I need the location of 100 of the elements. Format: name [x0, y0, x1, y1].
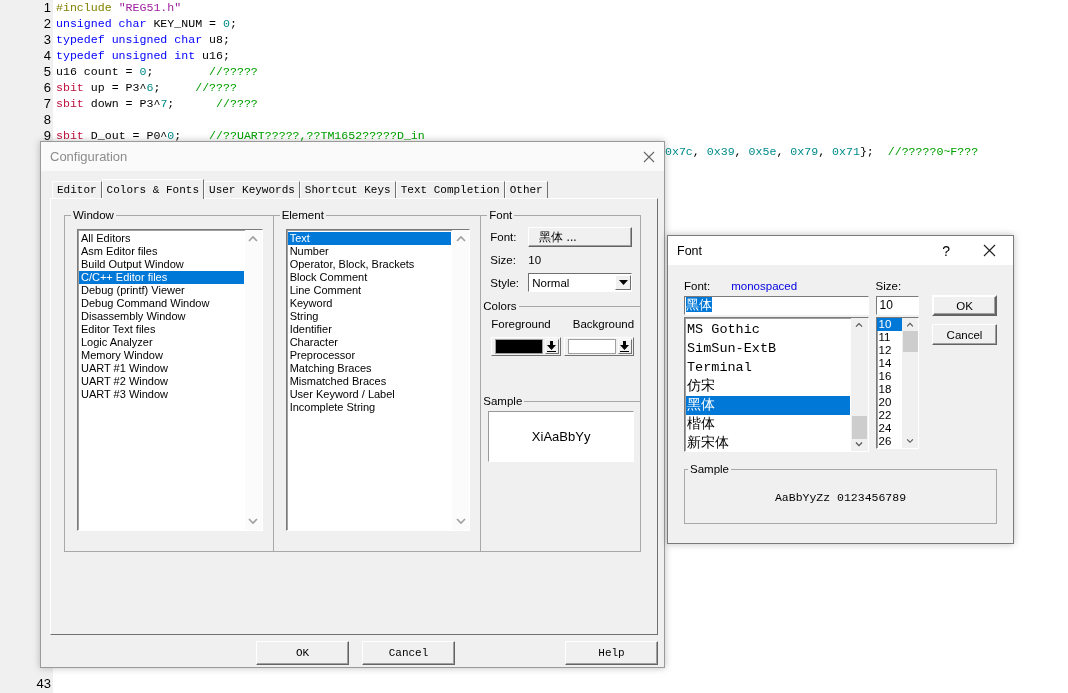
list-item[interactable]: Keyword	[287, 297, 452, 310]
list-item[interactable]: Editor Text files	[79, 323, 244, 336]
color-picker[interactable]	[491, 337, 562, 356]
list-item[interactable]: Memory Window	[79, 349, 244, 362]
code-line: #include "REG51.h"	[55, 0, 182, 16]
list-item[interactable]: C/C++ Editor files	[79, 271, 244, 284]
list-item[interactable]: 楷体	[686, 415, 850, 434]
list-item[interactable]: 10	[876, 318, 902, 331]
list-item[interactable]: Text	[287, 232, 452, 245]
field-label: Size:	[875, 280, 902, 294]
list-item[interactable]: MS Gothic	[686, 320, 850, 339]
scroll-up-icon[interactable]	[455, 235, 466, 243]
field-label: Foreground	[491, 318, 551, 330]
list-item[interactable]: 11	[876, 331, 902, 344]
help-button[interactable]: ?	[942, 242, 950, 259]
list-item[interactable]: Asm Editor files	[79, 245, 244, 258]
list-item[interactable]: Character	[287, 336, 452, 349]
line-number: 1	[42, 0, 52, 16]
list-item[interactable]: Build Output Window	[79, 258, 244, 271]
font-button[interactable]: 黑体 ...	[528, 226, 633, 247]
list-item[interactable]: String	[287, 310, 452, 323]
list-item[interactable]: 26	[876, 435, 902, 448]
list-item[interactable]: SimSun-ExtB	[686, 339, 850, 358]
list-box[interactable]: MS Gothic SimSun-ExtB Terminal 仿宋 黑体 楷体 新宋体	[684, 317, 869, 452]
list-item[interactable]: UART #2 Window	[79, 375, 244, 388]
dropdown-arrow-icon	[620, 341, 630, 352]
list-item[interactable]: User Keyword / Label	[287, 388, 452, 401]
style-dropdown[interactable]: Normal	[528, 273, 633, 292]
color-picker[interactable]	[564, 337, 635, 356]
list-item[interactable]: Terminal	[686, 358, 850, 377]
code-line: typedef unsigned int u16;	[55, 48, 230, 64]
list-item[interactable]: Line Comment	[287, 284, 452, 297]
list-item[interactable]: Disassembly Window	[79, 310, 244, 323]
scroll-down-icon[interactable]	[854, 440, 865, 447]
list-item[interactable]: 16	[876, 370, 902, 383]
list-box[interactable]: 10 11 12 14 16 18 20 22 24 26	[875, 317, 919, 449]
list-item[interactable]: 24	[876, 422, 902, 435]
line-number: 4	[42, 48, 52, 64]
group-label: Font	[488, 209, 514, 221]
list-item[interactable]: Number	[287, 245, 452, 258]
list-item[interactable]: UART #1 Window	[79, 362, 244, 375]
list-item[interactable]: All Editors	[79, 232, 244, 245]
dialog-button[interactable]: Help	[565, 641, 658, 665]
code-line: sbit up = P3^6; //????	[55, 80, 237, 96]
tab[interactable]: Text Completion	[395, 181, 505, 198]
list-item[interactable]: 22	[876, 409, 902, 422]
code-line: u16 count = 0; //?????	[55, 64, 258, 80]
scroll-up-icon[interactable]	[905, 322, 915, 328]
scrollbar[interactable]	[244, 230, 262, 530]
list-item[interactable]: Logic Analyzer	[79, 336, 244, 349]
tab[interactable]: User Keywords	[204, 181, 300, 198]
tab[interactable]: Shortcut Keys	[299, 181, 396, 198]
list-item[interactable]: Matching Braces	[287, 362, 452, 375]
list-item[interactable]: 18	[876, 383, 902, 396]
line-number: 2	[42, 16, 52, 32]
code-line: sbit D_out = P0^0; //??UART?????,??TM1652?????D_in	[55, 128, 425, 144]
scroll-up-icon[interactable]	[248, 235, 259, 243]
scroll-down-icon[interactable]	[905, 438, 915, 444]
scroll-thumb[interactable]	[851, 416, 867, 439]
list-item[interactable]: Preprocessor	[287, 349, 452, 362]
list-item[interactable]: Identifier	[287, 323, 452, 336]
scrollbar[interactable]	[452, 230, 470, 530]
dialog-button[interactable]: Cancel	[362, 641, 455, 665]
scroll-down-icon[interactable]	[248, 517, 259, 525]
list-box[interactable]	[77, 229, 263, 531]
line-number: 5	[42, 64, 52, 80]
list-item[interactable]: Debug (printf) Viewer	[79, 284, 244, 297]
code-line: sbit down = P3^7; //????	[55, 96, 258, 112]
line-number: 43	[35, 676, 52, 692]
dialog-button[interactable]: OK	[256, 641, 349, 665]
color-swatch	[495, 339, 543, 354]
list-item[interactable]: Block Comment	[287, 271, 452, 284]
list-item[interactable]: UART #3 Window	[79, 388, 244, 401]
list-item[interactable]: 12	[876, 344, 902, 357]
scroll-thumb[interactable]	[902, 330, 918, 353]
dialog-button[interactable]: Cancel	[932, 324, 997, 345]
dialog-button[interactable]: OK	[932, 295, 997, 316]
group-label: Window	[72, 209, 115, 221]
close-icon[interactable]	[983, 244, 996, 257]
size-field[interactable]: 10	[875, 296, 919, 315]
list-item[interactable]: 20	[876, 396, 902, 409]
list-item[interactable]: Operator, Block, Brackets	[287, 258, 452, 271]
list-item[interactable]: 新宋体	[686, 434, 850, 453]
tab[interactable]: Colors & Fonts	[101, 179, 205, 199]
list-item[interactable]: Debug Command Window	[79, 297, 244, 310]
font-name-field[interactable]: 黑体	[684, 296, 869, 315]
line-number: 8	[42, 112, 52, 128]
list-item[interactable]: 14	[876, 357, 902, 370]
scroll-up-icon[interactable]	[854, 322, 865, 329]
dropdown-arrow-icon	[618, 280, 628, 285]
list-item[interactable]: 黑体	[686, 396, 850, 415]
list-box[interactable]: Text Number Operator, Block, Brackets Block Comment Line Comment Keyword String Identifier Character Preprocessor Matching Braces Mismatched Braces User Keyword / Label Incomplete String	[285, 229, 471, 531]
sample-text: XiAaBbYy	[488, 411, 634, 462]
list-item[interactable]: Incomplete String	[287, 401, 452, 414]
scroll-down-icon[interactable]	[455, 517, 466, 525]
tab[interactable]: Editor	[52, 181, 102, 198]
list-item[interactable]: 仿宋	[686, 377, 850, 396]
tab[interactable]: Other	[504, 181, 548, 198]
list-item[interactable]: Mismatched Braces	[287, 375, 452, 388]
color-swatch	[568, 339, 616, 354]
